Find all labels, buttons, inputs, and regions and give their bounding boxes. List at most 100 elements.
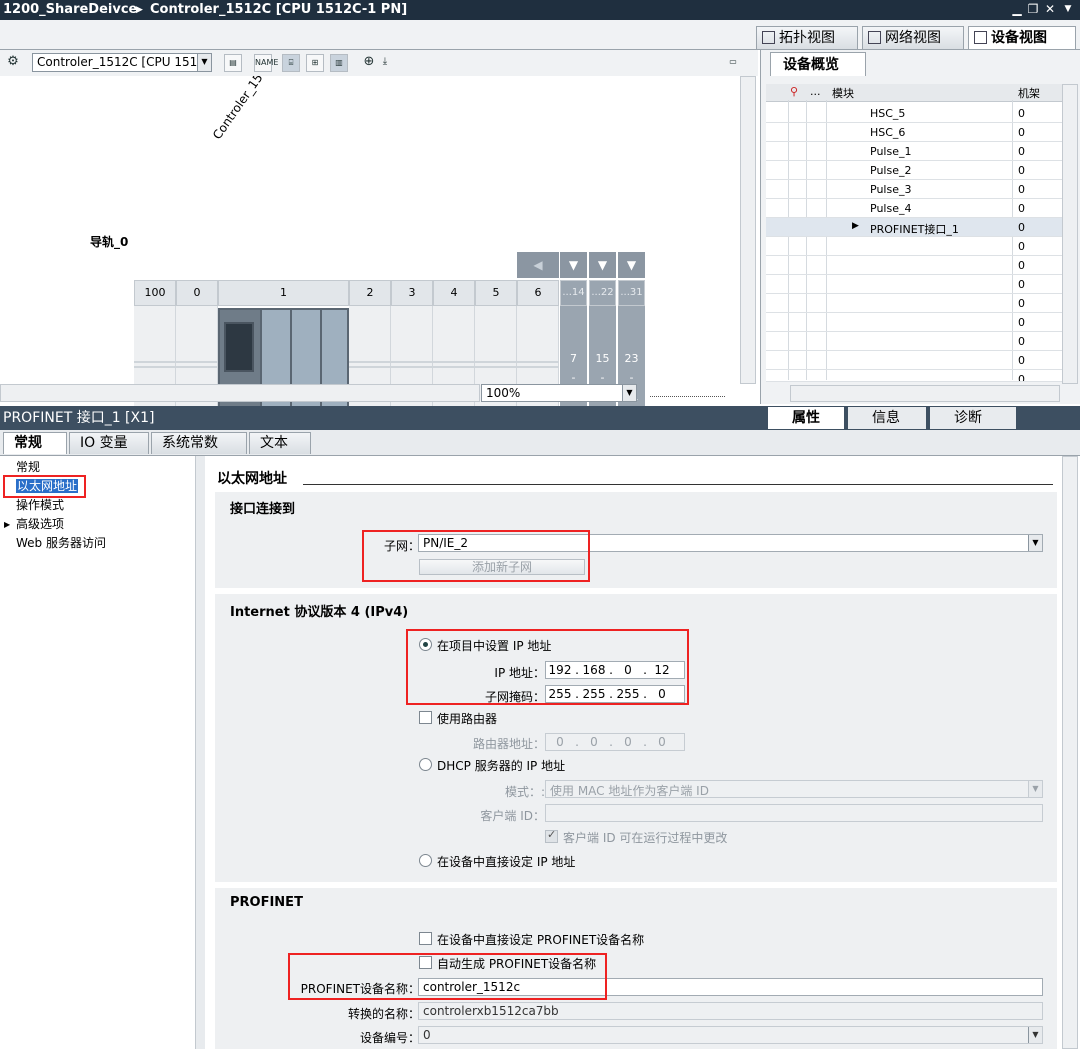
name-tool-icon[interactable]: NAME [254,54,278,72]
tab-device-overview[interactable]: 设备概览 [770,52,866,76]
table-row[interactable]: HSC_6 0 [766,123,1062,142]
tab-label: 设备视图 [991,30,1047,46]
tab-io-tags[interactable]: IO 变量 [69,432,149,454]
router-address-field[interactable]: 0. 0. 0. 0 [545,733,685,751]
use-router-checkbox[interactable] [419,711,432,724]
set-name-in-device-checkbox[interactable] [419,932,432,945]
ip-octet: 168 [582,663,606,677]
client-id-field[interactable] [545,804,1043,822]
network-icon [868,31,881,44]
canvas-vscrollbar[interactable] [740,76,756,384]
table-row[interactable]: 0 [766,351,1062,370]
rack-value: 0 [1018,145,1025,158]
tab-texts[interactable]: 文本 [249,432,311,454]
device-toolbar: ⚙ Controler_1512C [CPU 1512C ▼ ▤ NAME ⌸ … [0,50,758,76]
nav-item-advanced[interactable]: ▶ 高级选项 [0,515,196,534]
device-name-field[interactable]: controler_1512c [418,978,1043,996]
auto-generate-name-checkbox[interactable] [419,956,432,969]
tab-diagnostics[interactable]: 诊断 [930,407,1016,429]
table-row[interactable]: 0 [766,313,1062,332]
device-name-label: PROFINET设备名称： [300,982,420,996]
device-number-select[interactable]: 0 ▼ [418,1026,1043,1044]
radio-dhcp[interactable] [419,758,432,771]
network-tool-icon[interactable]: ⚙ [4,54,22,72]
title-rule [303,484,1053,485]
tab-topology-view[interactable]: 拓扑视图 [756,26,858,49]
section-ipv4: Internet 协议版本 4 (IPv4) 在项目中设置 IP 地址 IP 地… [215,594,1057,882]
breadcrumb-project[interactable]: 1200_ShareDeivce [3,2,137,17]
column-rack[interactable]: 机架 [1018,85,1040,101]
device-select[interactable]: Controler_1512C [CPU 1512C ▼ [32,53,212,72]
tab-info[interactable]: 信息 [848,407,926,429]
splitter[interactable] [196,456,205,1049]
nav-item-webserver[interactable]: Web 服务器访问 [0,534,196,553]
table-row[interactable]: 0 [766,370,1062,382]
table-row[interactable]: 0 [766,237,1062,256]
subnet-mask-field[interactable]: 255. 255. 255. 0 [545,685,685,703]
tab-system-constants[interactable]: 系统常数 [151,432,247,454]
ip-address-field[interactable]: 192. 168. 0. 12 [545,661,685,679]
table-row[interactable]: HSC_5 0 [766,104,1062,123]
tab-network-view[interactable]: 网络视图 [862,26,964,49]
module-name: Pulse_2 [870,164,912,177]
table-row[interactable]: Pulse_1 0 [766,142,1062,161]
option-label: 在设备中直接设定 IP 地址 [437,855,576,869]
minimize-button[interactable]: ▁ [1010,2,1024,16]
restore-button[interactable]: ❐ [1026,2,1040,16]
module-name: HSC_5 [870,107,906,120]
table-row[interactable]: 0 [766,275,1062,294]
subnet-mask-label: 子网掩码： [484,690,545,704]
section-profinet: PROFINET 在设备中直接设定 PROFINET设备名称 自动生成 PROF… [215,888,1057,1049]
column-module[interactable]: 模块 [832,85,854,101]
topology-icon [762,31,775,44]
chevron-down-icon[interactable]: ▼ [622,385,636,401]
nav-item-general[interactable]: 常规 [0,458,196,477]
mask-octet: 0 [658,687,666,701]
zoom-slider[interactable] [650,389,725,397]
expand-arrow-icon[interactable]: ▶ [852,221,859,231]
breadcrumb-device[interactable]: Controler_1512C [CPU 1512C-1 PN] [150,2,407,17]
grid-icon[interactable]: ⊞ [306,54,324,72]
nav-item-operating-mode[interactable]: 操作模式 [0,496,196,515]
table-row[interactable]: 0 [766,256,1062,275]
tab-device-view[interactable]: 设备视图 [968,26,1076,49]
mode-select[interactable]: 使用 MAC 地址作为客户端 ID ▼ [545,780,1043,798]
chevron-down-icon[interactable]: ▼ [1028,781,1042,797]
device-canvas[interactable]: Controler_1512C [0,76,740,384]
properties-vscrollbar[interactable] [1062,456,1078,1049]
subnet-select[interactable]: PN/IE_2 ▼ [418,534,1043,552]
table-row[interactable]: 0 [766,294,1062,313]
chevron-down-icon[interactable]: ▼ [1028,1027,1042,1043]
radio-set-ip-on-device[interactable] [419,854,432,867]
tab-properties[interactable]: 属性 [768,407,844,429]
download-icon[interactable]: ⤓ [376,54,394,72]
show-labels-icon[interactable]: ▤ [224,54,242,72]
canvas-hscrollbar[interactable] [0,384,480,402]
zoom-select[interactable]: 100% ▼ [481,384,637,402]
table-row-selected[interactable]: ▶ PROFINET接口_1 0 [766,218,1062,237]
table-row[interactable]: Pulse_2 0 [766,161,1062,180]
add-subnet-button[interactable]: 添加新子网 [419,559,585,575]
converted-name-field[interactable]: controlerxb1512ca7bb [418,1002,1043,1020]
overview-toggle-icon[interactable]: ▥ [330,54,348,72]
ip-octet: 12 [654,663,670,677]
chevron-down-icon[interactable]: ▼ [197,54,211,71]
table-row[interactable]: 0 [766,332,1062,351]
client-id-change-checkbox[interactable] [545,828,558,843]
expand-arrow-icon[interactable]: ▶ [4,515,10,534]
overview-vscrollbar[interactable] [1062,84,1078,384]
chevron-down-icon[interactable]: ▼ [1028,535,1042,551]
layout-icon[interactable]: ▭ [724,54,742,72]
overview-hscrollbar[interactable] [790,385,1060,402]
subnet-value: PN/IE_2 [423,536,469,550]
nav-item-ethernet[interactable]: 以太网地址 [0,477,196,496]
table-row[interactable]: Pulse_4 0 [766,199,1062,218]
radio-set-ip-in-project[interactable] [419,638,432,651]
tab-general[interactable]: 常规 [3,432,67,454]
table-row[interactable]: Pulse_3 0 [766,180,1062,199]
menu-chevron-icon[interactable]: ▼ [1061,2,1075,16]
close-button[interactable]: ✕ [1043,2,1057,16]
rack-value: 0 [1018,183,1025,196]
modules-icon[interactable]: ⌸ [282,54,300,72]
filter-icon[interactable]: ⚲ [790,85,798,98]
